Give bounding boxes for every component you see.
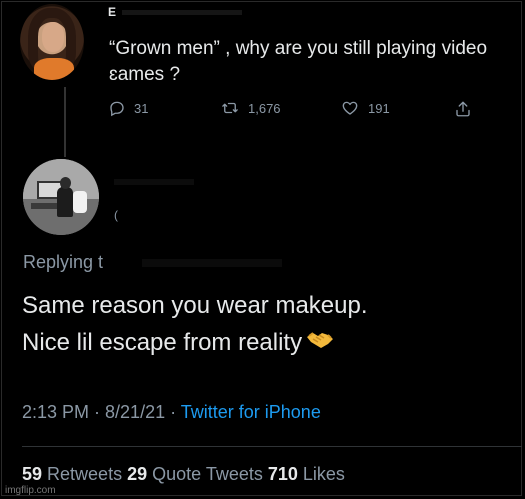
thread-connector-line <box>64 87 66 157</box>
retweet-icon <box>222 102 238 114</box>
reply-button[interactable]: 31 <box>108 99 148 117</box>
retweet-button[interactable]: 1,676 <box>220 99 281 117</box>
retweet-count: 1,676 <box>248 100 281 116</box>
reply-author-name-redacted <box>114 179 194 185</box>
parent-tweet-actions: 31 1,676 191 <box>108 99 488 123</box>
reply-count: 31 <box>134 100 149 116</box>
parent-avatar[interactable] <box>20 4 84 80</box>
like-icon <box>342 101 358 115</box>
avatar-person <box>57 187 73 217</box>
parent-author-name[interactable]: E <box>108 5 117 19</box>
tweet-metadata: 2:13 PM · 8/21/21 · Twitter for iPhone <box>22 402 321 423</box>
handshake-icon <box>306 325 334 362</box>
reply-text-line-1: Same reason you wear makeup. <box>22 292 368 319</box>
reply-tweet-text: Same reason you wear makeup. Nice lil es… <box>22 287 522 362</box>
screenshot-frame: E “Grown men” , why are you still playin… <box>1 1 522 496</box>
likes-stat[interactable]: 710 Likes <box>268 464 345 484</box>
avatar-face <box>42 22 64 52</box>
retweets-stat[interactable]: 59 Retweets <box>22 464 127 484</box>
imgflip-watermark: imgflip.com <box>5 485 56 496</box>
replying-to-handle-redacted <box>142 259 282 267</box>
parent-author-name-redacted <box>122 10 242 15</box>
tweet-timestamp[interactable]: 2:13 PM · 8/21/21 · <box>22 402 181 422</box>
retweets-count: 59 <box>22 464 43 484</box>
like-count: 191 <box>368 100 390 116</box>
quote-tweets-stat[interactable]: 29 Quote Tweets <box>127 464 268 484</box>
replying-to-label: Replying t <box>23 252 104 272</box>
avatar-person-shirt <box>73 191 87 213</box>
tweet-source-link[interactable]: Twitter for iPhone <box>181 402 321 422</box>
reply-avatar[interactable] <box>23 159 99 235</box>
likes-label: Likes <box>297 464 345 484</box>
stats-divider <box>22 446 522 447</box>
tweet-stats: 59 Retweets 29 Quote Tweets 710 Likes <box>22 464 345 485</box>
like-button[interactable]: 191 <box>340 99 390 117</box>
parent-tweet-text: “Grown men” , why are you still playing … <box>109 38 488 85</box>
avatar-shirt <box>34 58 74 80</box>
quote-tweets-count: 29 <box>127 464 148 484</box>
share-button[interactable] <box>454 99 480 119</box>
likes-count: 710 <box>267 464 298 484</box>
avatar-person-head <box>60 177 71 189</box>
reply-text-line-2: Nice lil escape from reality <box>22 329 303 356</box>
quote-tweets-label: Quote Tweets <box>147 464 268 484</box>
reply-author-handle[interactable]: ( <box>114 208 118 222</box>
share-icon <box>456 101 470 117</box>
reply-icon <box>110 101 124 117</box>
retweets-label: Retweets <box>42 464 128 484</box>
